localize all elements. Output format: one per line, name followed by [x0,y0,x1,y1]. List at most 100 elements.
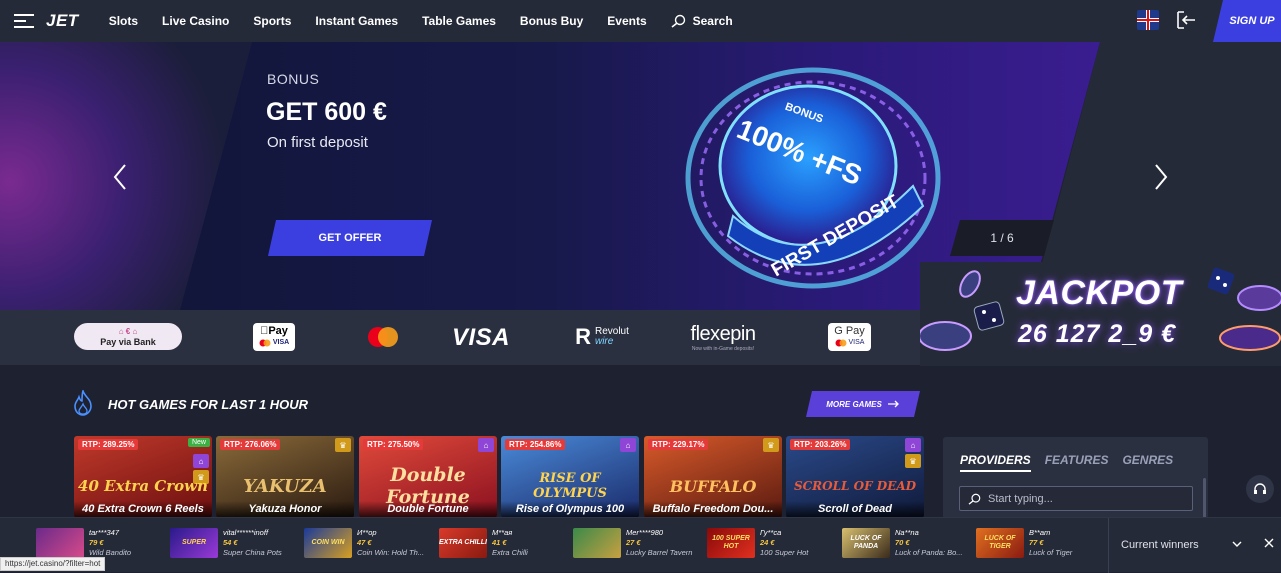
nav-live-casino[interactable]: Live Casino [162,14,229,28]
winner-game-thumb: 100 SUPER HOT [707,528,755,558]
tab-genres[interactable]: GENRES [1122,453,1173,472]
login-icon[interactable] [1176,10,1196,30]
more-games-button[interactable]: MORE GAMES [806,391,920,417]
winner-item[interactable]: Mer****980 27 € Lucky Barrel Tavern [573,527,692,559]
providers-scrollbar[interactable] [1203,478,1206,518]
rtp-badge: RTP: 276.06% [220,439,281,450]
rtp-badge: RTP: 229.17% [648,439,709,450]
rtp-badge: RTP: 289.25% [78,439,139,450]
tab-features[interactable]: FEATURES [1045,453,1109,472]
game-name: Yakuza Honor [216,501,354,518]
top-header: JET Slots Live Casino Sports Instant Gam… [0,0,1281,42]
winner-game: Extra Chilli [492,548,528,557]
winner-game-thumb: SUPER [170,528,218,558]
close-icon[interactable] [1263,537,1275,549]
winner-game: Lucky Barrel Tavern [626,548,693,557]
winner-amount: 79 € [89,538,104,547]
card-mini-logos: VISA [835,337,864,348]
tab-providers[interactable]: PROVIDERS [960,453,1031,472]
game-name: Rise of Olympus 100 [501,501,639,518]
winner-amount: 41 € [492,538,507,547]
divider [1108,518,1109,573]
game-card[interactable]: RTP: 203.26% ⌂ ♛ SCROLL OF DEAD Scroll o… [786,436,924,518]
nav-table-games[interactable]: Table Games [422,14,496,28]
mastercard-logo [368,327,398,347]
google-pay-label: G Pay [834,325,865,337]
trophy-icon: ♛ [763,438,779,452]
winner-user: tar***347 [89,528,120,537]
menu-icon[interactable] [14,14,34,28]
logo[interactable]: JET [46,11,79,31]
winner-game: Coin Win: Hold Th... [357,548,425,557]
flexepin-logo: flexepin Now with in-Game deposits! [690,322,756,352]
game-card[interactable]: RTP: 289.25% New ⌂ ♛ 40 Extra Crown 40 E… [74,436,212,518]
winner-game-thumb [36,528,84,558]
provider-search-input[interactable] [988,492,1178,505]
card-mini-logos: VISA [259,337,289,348]
game-name: 40 Extra Crown 6 Reels [74,501,212,518]
winner-item[interactable]: COIN WIN И**ор 47 € Coin Win: Hold Th... [304,527,424,559]
winner-item[interactable]: EXTRA CHILLI М**ая 41 € Extra Chilli [439,527,528,559]
google-pay-logo: G Pay VISA [828,323,871,351]
rtp-badge: RTP: 275.50% [363,439,424,450]
nav-sports[interactable]: Sports [253,14,291,28]
hot-games-title: HOT GAMES FOR LAST 1 HOUR [108,397,309,412]
apple-pay-logo: Pay VISA [253,323,295,351]
get-offer-button[interactable]: GET OFFER [268,220,432,256]
winner-user: Гу**са [760,528,782,537]
revolut-wire-logo: R Revolut wire [575,324,629,349]
slide-pager: 1 / 6 [950,220,1054,256]
pay-via-bank-label: Pay via Bank [100,336,156,347]
nav-instant-games[interactable]: Instant Games [315,14,398,28]
game-name: Buffalo Freedom Dou... [644,501,782,518]
flame-icon [74,390,92,416]
bank-icon: ⌂ € ⌂ [118,326,138,336]
winner-item[interactable]: 100 SUPER HOT Гу**са 24 €100 Super Hot [707,527,808,559]
winner-game: Luck of Panda: Bo... [895,548,963,557]
game-name: Scroll of Dead [786,501,924,518]
current-winners-bar: tar***347 79 € Wild Bandito SUPER vital***… [0,517,1281,573]
nav-slots[interactable]: Slots [109,14,138,28]
winner-item[interactable]: LUCK OF TIGER В**ат 77 € Luck of Tiger [976,527,1072,559]
winner-amount: 70 € [895,538,910,547]
winner-amount: 54 € [223,538,238,547]
signup-button[interactable]: SIGN UP [1213,0,1281,42]
nav-events[interactable]: Events [607,14,646,28]
chevron-down-icon[interactable] [1231,538,1243,550]
support-chat-button[interactable] [1246,475,1274,503]
game-card[interactable]: RTP: 254.86% ⌂ RISE OF OLYMPUS Rise of O… [501,436,639,518]
winner-item[interactable]: tar***347 79 € Wild Bandito [36,527,131,559]
nav-search[interactable]: Search [671,14,733,28]
winner-user: И**ор [357,528,377,537]
provider-search-box[interactable] [959,486,1193,511]
language-flag-icon[interactable] [1137,10,1159,30]
bonus-subtitle: On first deposit [267,134,368,151]
winner-game: 100 Super Hot [760,548,809,557]
winner-amount: 24 € [760,538,775,547]
winner-user: Mer****980 [626,528,664,537]
game-card[interactable]: RTP: 275.50% ⌂ Double Fortune Double For… [359,436,497,518]
winner-user: В**ат [1029,528,1051,537]
game-card[interactable]: RTP: 276.06% ♛ YAKUZA Yakuza Honor [216,436,354,518]
search-icon [671,14,685,28]
visa-logo: VISA [452,324,511,351]
prev-slide-arrow-icon[interactable] [112,162,128,192]
arrow-right-icon [887,400,899,408]
rtp-badge: RTP: 254.86% [505,439,566,450]
svg-text:100% +FS: 100% +FS [733,113,867,191]
winner-item[interactable]: SUPER vital******inoff 54 € Super China Po… [170,527,282,559]
bonus-amount: GET 600 € [266,98,387,126]
game-card[interactable]: RTP: 229.17% ♛ BUFFALO Buffalo Freedom D… [644,436,782,518]
payment-methods-strip: ⌂ € ⌂ Pay via Bank Pay VISA VISA R Revo… [0,310,940,365]
winner-amount: 47 € [357,538,372,547]
rtp-badge: RTP: 203.26% [790,439,851,450]
game-name: Double Fortune [359,501,497,518]
chip-text: BONUS 100% +FS FIRST DEPOSIT [733,101,903,281]
winner-game-thumb: EXTRA CHILLI [439,528,487,558]
providers-tabs: PROVIDERS FEATURES GENRES [960,453,1173,472]
winner-user: Na**na [895,528,919,537]
winner-item[interactable]: LUCK OF PANDA Na**na 70 € Luck of Panda: B… [842,527,963,559]
nav-bonus-buy[interactable]: Bonus Buy [520,14,583,28]
next-slide-arrow-icon[interactable] [1153,162,1169,192]
winner-game-thumb: COIN WIN [304,528,352,558]
